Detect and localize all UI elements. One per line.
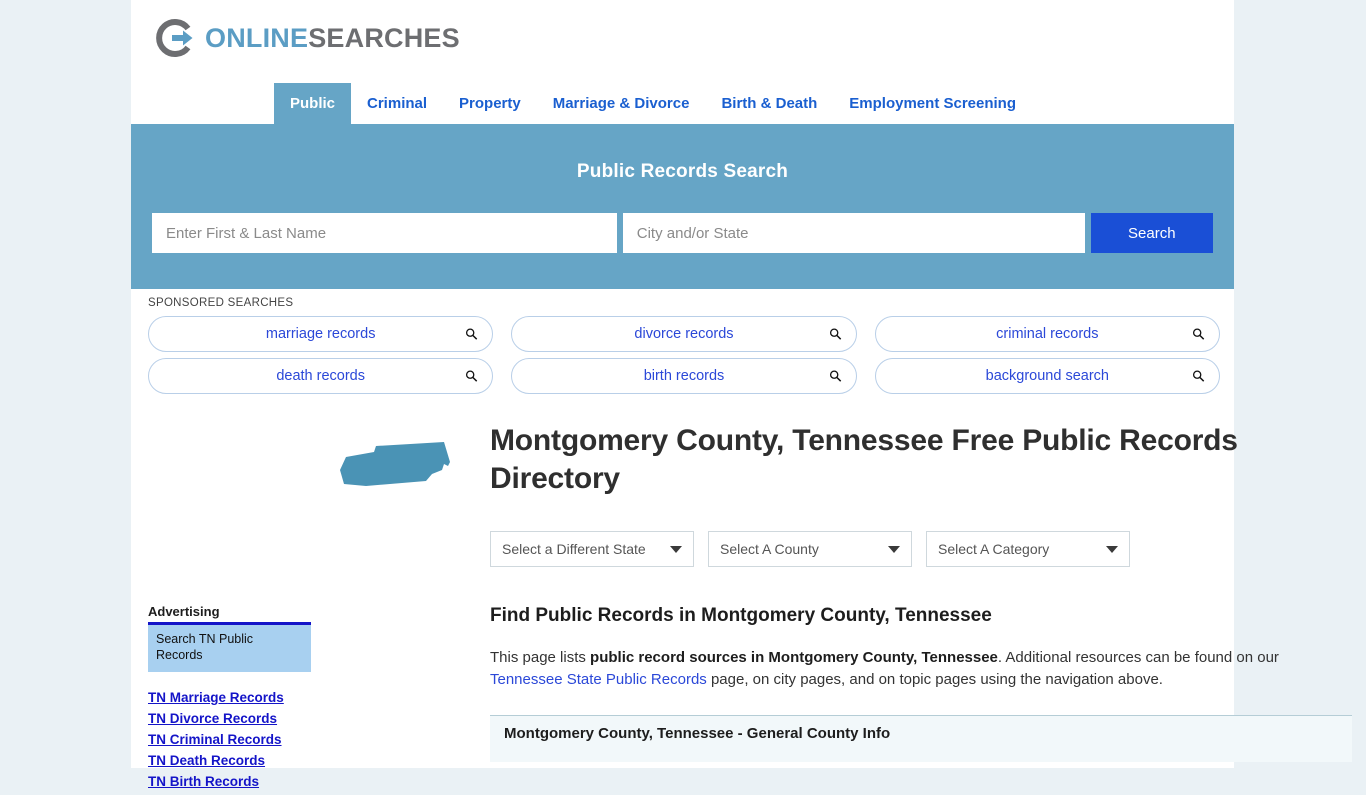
tennessee-state-public-records-link[interactable]: Tennessee State Public Records	[490, 671, 707, 688]
main-area: Advertising Search TN Public Records TN …	[131, 394, 1352, 795]
nav-label: Property	[459, 95, 521, 112]
nav-label: Marriage & Divorce	[552, 95, 690, 112]
state-select-value: Select a Different State	[502, 540, 646, 557]
pill-label: divorce records	[634, 326, 734, 342]
nav-item-criminal[interactable]: Criminal	[351, 83, 443, 124]
name-search-input[interactable]	[152, 213, 617, 253]
sidebar-link-tn-death-records[interactable]: TN Death Records	[148, 753, 311, 768]
banner-title: Public Records Search	[576, 161, 789, 182]
sponsored-searches: SPONSORED SEARCHES marriage records divo…	[131, 289, 1234, 394]
advertising-label: Advertising	[148, 604, 220, 619]
county-select-value: Select A County	[720, 540, 819, 557]
page-container: ONLINESEARCHES Public Criminal Property …	[131, 0, 1352, 789]
pill-label: background search	[985, 368, 1109, 384]
category-select-value: Select A Category	[938, 540, 1050, 557]
nav-item-employment-screening[interactable]: Employment Screening	[833, 83, 1032, 124]
nav-item-birth-death[interactable]: Birth & Death	[705, 83, 833, 124]
intro-paragraph: This page lists public record sources in…	[336, 647, 1352, 691]
logo-wordmark: ONLINESEARCHES	[205, 22, 460, 53]
pill-label: criminal records	[996, 326, 1099, 342]
chevron-down-icon	[1106, 545, 1118, 553]
site-logo[interactable]: ONLINESEARCHES	[152, 16, 460, 60]
nav-item-property[interactable]: Property	[443, 83, 537, 124]
search-icon	[829, 370, 841, 382]
nav-label: Birth & Death	[721, 95, 818, 112]
nav-item-public[interactable]: Public	[274, 83, 352, 124]
public-records-search-banner: Public Records Search Search	[131, 124, 1234, 289]
category-select[interactable]: Select A Category	[926, 530, 1130, 567]
nav-item-marriage-divorce[interactable]: Marriage & Divorce	[537, 83, 706, 124]
sidebar-link-tn-criminal-records[interactable]: TN Criminal Records	[148, 732, 311, 747]
sidebar: Advertising Search TN Public Records TN …	[148, 416, 311, 795]
search-icon	[1192, 328, 1205, 340]
search-form: Search	[152, 213, 1213, 253]
sponsored-searches-grid: marriage records divorce records crimina…	[148, 316, 1220, 394]
para-bold: public record sources in Montgomery Coun…	[590, 648, 998, 666]
search-icon	[466, 370, 478, 382]
search-icon	[1192, 370, 1205, 382]
nav-label: Public	[290, 95, 336, 112]
sponsored-pill-background-search[interactable]: background search	[874, 358, 1220, 394]
filter-selects: Select a Different State Select A County…	[336, 530, 1352, 567]
page-title-row: Montgomery County, Tennessee Free Public…	[336, 416, 1352, 499]
logo-word-searches: SEARCHES	[308, 22, 460, 53]
pill-label: birth records	[643, 368, 725, 384]
para-lead: This page lists	[490, 648, 591, 666]
county-select[interactable]: Select A County	[708, 530, 912, 567]
para-tail: page, on city pages, and on topic pages …	[706, 670, 1163, 688]
location-search-input[interactable]	[622, 213, 1085, 253]
logo-word-online: ONLINE	[205, 22, 309, 53]
search-button[interactable]: Search	[1090, 213, 1213, 253]
sponsored-searches-label: SPONSORED SEARCHES	[148, 297, 294, 309]
sidebar-links: TN Marriage Records TN Divorce Records T…	[148, 690, 311, 789]
section-heading: Find Public Records in Montgomery County…	[490, 604, 992, 626]
site-header: ONLINESEARCHES	[131, 0, 1234, 83]
search-icon	[829, 328, 841, 340]
sponsored-pill-birth-records[interactable]: birth records	[511, 358, 857, 394]
state-select[interactable]: Select a Different State	[490, 530, 694, 567]
general-county-info-heading: Montgomery County, Tennessee - General C…	[490, 716, 1352, 763]
para-mid: . Additional resources can be found on o…	[997, 648, 1279, 666]
content-column: Montgomery County, Tennessee Free Public…	[311, 416, 1352, 795]
sponsored-pill-death-records[interactable]: death records	[148, 358, 494, 394]
circle-arrow-logo-icon	[156, 19, 193, 57]
chevron-down-icon	[888, 545, 900, 553]
sponsored-pill-divorce-records[interactable]: divorce records	[511, 316, 857, 352]
ad-search-tn-public-records[interactable]: Search TN Public Records	[148, 625, 311, 673]
tennessee-state-outline-icon	[336, 416, 456, 490]
sidebar-link-tn-divorce-records[interactable]: TN Divorce Records	[148, 711, 311, 726]
nav-label: Employment Screening	[849, 95, 1017, 112]
page-title: Montgomery County, Tennessee Free Public…	[490, 424, 1238, 496]
sidebar-link-tn-birth-records[interactable]: TN Birth Records	[148, 774, 311, 789]
main-navigation: Public Criminal Property Marriage & Divo…	[131, 83, 1234, 124]
sponsored-pill-marriage-records[interactable]: marriage records	[148, 316, 494, 352]
pill-label: death records	[276, 368, 365, 384]
pill-label: marriage records	[265, 326, 376, 342]
sidebar-link-tn-marriage-records[interactable]: TN Marriage Records	[148, 690, 311, 705]
chevron-down-icon	[670, 545, 682, 553]
search-icon	[466, 328, 478, 340]
nav-label: Criminal	[367, 95, 428, 112]
sponsored-pill-criminal-records[interactable]: criminal records	[874, 316, 1220, 352]
